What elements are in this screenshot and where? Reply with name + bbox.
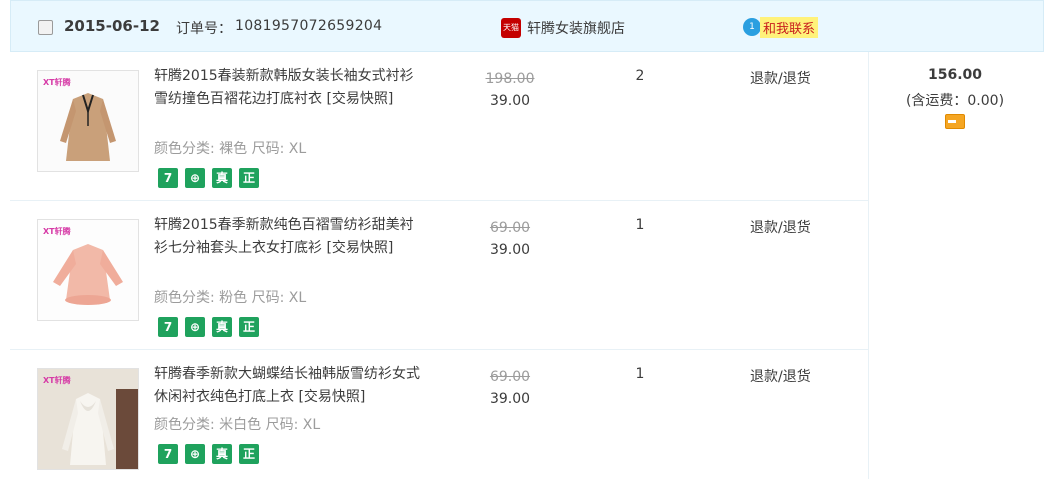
order-total-column: 156.00 (含运费：0.00) — [868, 52, 1044, 479]
chat-bubble-icon: 1 — [743, 18, 761, 36]
product-thumbnail[interactable]: XT轩腾 — [37, 70, 139, 172]
quantity: 1 — [635, 366, 645, 382]
credit-card-icon[interactable] — [945, 114, 965, 129]
price-cell: 198.00 39.00 — [480, 68, 540, 112]
product-spec: 颜色分类: 米白色 尺码: XL — [154, 417, 321, 433]
original-price: 69.00 — [489, 369, 531, 385]
genuine-icon[interactable]: 正 — [239, 444, 259, 464]
authentic-icon[interactable]: 真 — [212, 444, 232, 464]
shipping-fee: (含运费：0.00) — [905, 93, 1005, 109]
price-cell: 69.00 39.00 — [480, 366, 540, 410]
paid-price: 39.00 — [489, 93, 531, 109]
order-item-row: XT轩腾 轩腾2015春季新款纯色百褶雪纺衫甜美衬衫七分袖套头上衣女打底衫 [交… — [10, 201, 868, 350]
paid-price: 39.00 — [489, 242, 531, 258]
refund-return-link[interactable]: 退款/退货 — [750, 217, 811, 237]
genuine-icon[interactable]: 正 — [239, 317, 259, 337]
order-checkbox[interactable] — [38, 20, 53, 35]
order-header: 2015-06-12 订单号： 1081957072659204 天猫 轩腾女装… — [10, 0, 1044, 52]
guarantee-icon[interactable]: ⊕ — [185, 444, 205, 464]
service-badges: 7 ⊕ 真 正 — [158, 444, 259, 464]
quantity: 2 — [635, 68, 645, 84]
seven-day-return-icon[interactable]: 7 — [158, 317, 178, 337]
authentic-icon[interactable]: 真 — [212, 317, 232, 337]
seven-day-return-icon[interactable]: 7 — [158, 444, 178, 464]
brand-logo: XT轩腾 — [43, 376, 71, 385]
order-total: 156.00 — [927, 67, 983, 83]
guarantee-icon[interactable]: ⊕ — [185, 168, 205, 188]
product-thumbnail[interactable]: XT轩腾 — [37, 368, 139, 470]
original-price: 69.00 — [489, 220, 531, 236]
product-title-link[interactable]: 轩腾2015春季新款纯色百褶雪纺衫甜美衬衫七分袖套头上衣女打底衫 [交易快照] — [154, 214, 424, 259]
brand-logo: XT轩腾 — [43, 78, 71, 87]
shop-name-link[interactable]: 轩腾女装旗舰店 — [527, 18, 625, 38]
product-title-link[interactable]: 轩腾2015春装新款韩版女装长袖女式衬衫雪纺撞色百褶花边打底衬衣 [交易快照] — [154, 65, 424, 110]
product-spec: 颜色分类: 裸色 尺码: XL — [154, 141, 307, 157]
order-number-label: 订单号： — [176, 21, 232, 37]
quantity: 1 — [635, 217, 645, 233]
order-number: 1081957072659204 — [235, 18, 383, 34]
order-items: XT轩腾 轩腾2015春装新款韩版女装长袖女式衬衫雪纺撞色百褶花边打底衬衣 [交… — [10, 52, 868, 499]
paid-price: 39.00 — [489, 391, 531, 407]
service-badges: 7 ⊕ 真 正 — [158, 168, 259, 188]
order-item-row: XT轩腾 轩腾2015春装新款韩版女装长袖女式衬衫雪纺撞色百褶花边打底衬衣 [交… — [10, 52, 868, 201]
order-card: 2015-06-12 订单号： 1081957072659204 天猫 轩腾女装… — [0, 0, 1044, 479]
tmall-icon: 天猫 — [501, 18, 521, 38]
product-spec: 颜色分类: 粉色 尺码: XL — [154, 290, 307, 306]
order-date: 2015-06-12 — [64, 17, 160, 35]
product-thumbnail[interactable]: XT轩腾 — [37, 219, 139, 321]
seven-day-return-icon[interactable]: 7 — [158, 168, 178, 188]
brand-logo: XT轩腾 — [43, 227, 71, 236]
contact-seller-label: 和我联系 — [760, 17, 819, 38]
original-price: 198.00 — [485, 71, 535, 87]
service-badges: 7 ⊕ 真 正 — [158, 317, 259, 337]
refund-return-link[interactable]: 退款/退货 — [750, 366, 811, 386]
genuine-icon[interactable]: 正 — [239, 168, 259, 188]
order-item-row: XT轩腾 轩腾春季新款大蝴蝶结长袖韩版雪纺衫女式休闲衬衣纯色打底上衣 [交易快照… — [10, 350, 868, 499]
price-cell: 69.00 39.00 — [480, 217, 540, 261]
guarantee-icon[interactable]: ⊕ — [185, 317, 205, 337]
authentic-icon[interactable]: 真 — [212, 168, 232, 188]
refund-return-link[interactable]: 退款/退货 — [750, 68, 811, 88]
product-title-link[interactable]: 轩腾春季新款大蝴蝶结长袖韩版雪纺衫女式休闲衬衣纯色打底上衣 [交易快照] — [154, 363, 424, 408]
